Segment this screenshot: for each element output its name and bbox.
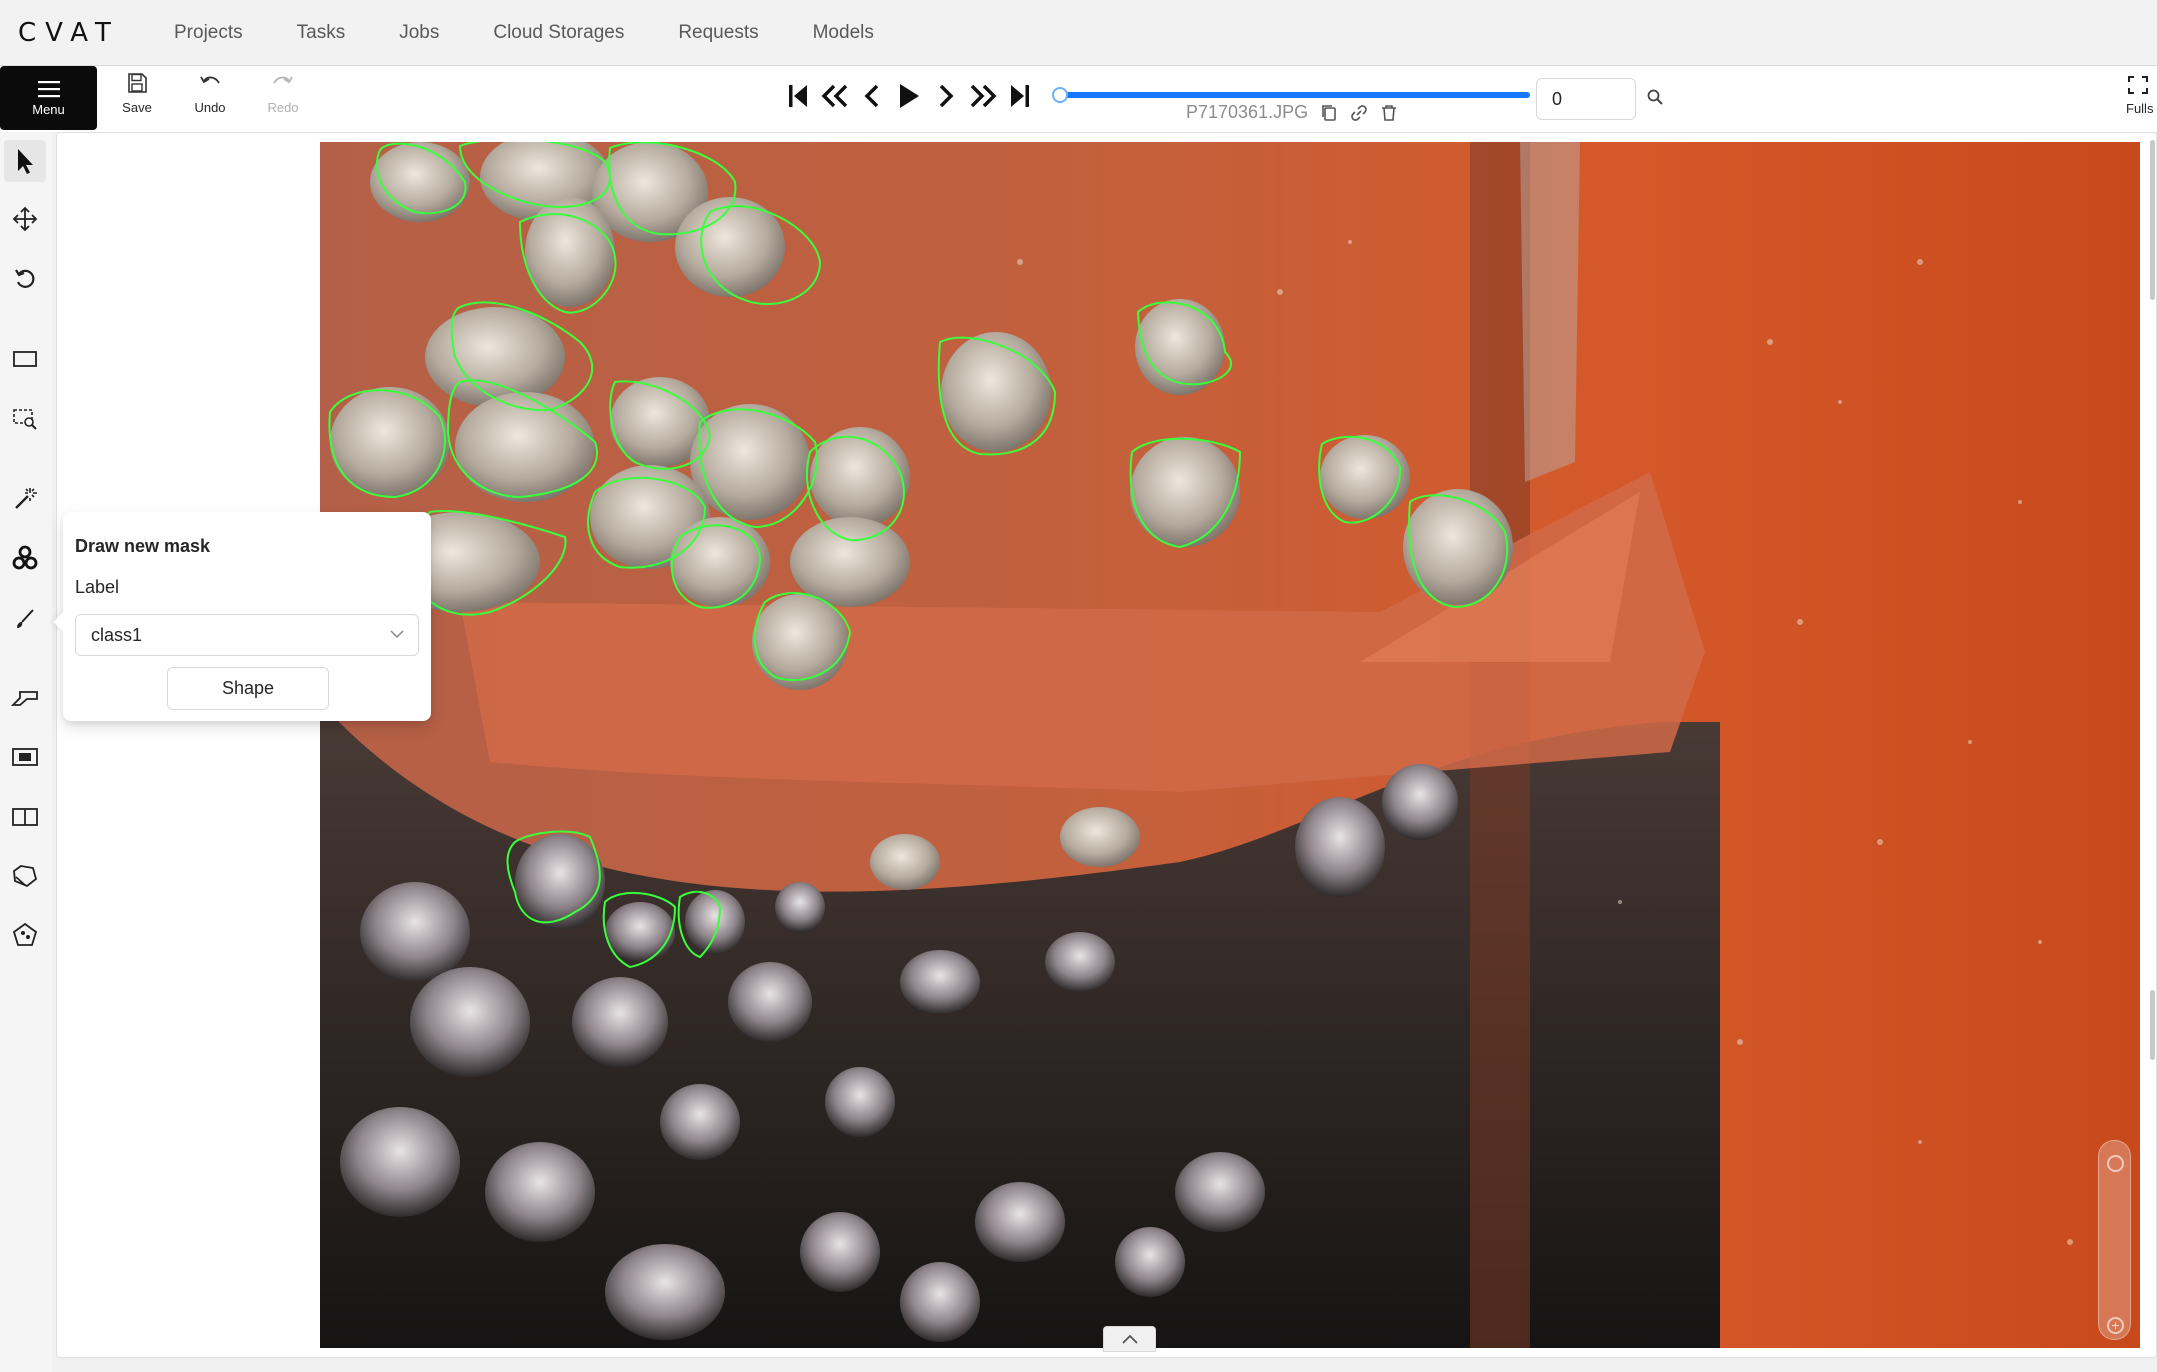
fit-image-tool[interactable] — [4, 338, 46, 380]
nav-jobs[interactable]: Jobs — [372, 22, 466, 44]
nav-cloud-storages[interactable]: Cloud Storages — [466, 22, 651, 44]
bounding-box-icon — [12, 748, 38, 766]
frame-actions — [1320, 104, 1398, 122]
forward-step-button[interactable] — [964, 76, 1001, 116]
nav-tasks[interactable]: Tasks — [270, 22, 373, 44]
top-header: CVAT Projects Tasks Jobs Cloud Storages … — [0, 0, 2157, 66]
rotate-tool[interactable] — [4, 258, 46, 300]
play-button[interactable] — [890, 76, 927, 116]
magic-wand-icon — [15, 488, 37, 509]
brush-icon — [17, 609, 34, 628]
double-chevron-left-icon — [821, 84, 847, 108]
nav-requests[interactable]: Requests — [651, 22, 785, 44]
zoom-handle[interactable] — [2107, 1155, 2124, 1172]
expand-panel-button[interactable] — [1103, 1326, 1156, 1352]
draw-skeleton-tool[interactable] — [4, 736, 46, 778]
undo-button[interactable]: Undo — [180, 72, 240, 128]
first-frame-icon — [788, 85, 807, 107]
cvat-logo[interactable]: CVAT — [18, 18, 140, 48]
frame-filename: P7170361.JPG — [1186, 102, 1309, 122]
zoom-region-icon — [13, 409, 37, 430]
copy-icon[interactable] — [1320, 104, 1338, 122]
chevron-up-icon — [1121, 1334, 1138, 1344]
next-frame-button[interactable] — [927, 76, 964, 116]
zoom-slider[interactable]: + — [2098, 1140, 2131, 1340]
ai-tools[interactable] — [4, 537, 46, 579]
play-icon — [899, 84, 919, 108]
redo-icon — [273, 76, 293, 84]
save-button[interactable]: Save — [107, 72, 167, 128]
fit-image-icon — [13, 351, 37, 367]
points-icon — [12, 922, 38, 946]
polygon-icon — [13, 865, 38, 888]
popover-title: Draw new mask — [75, 536, 211, 556]
cuboid-icon — [12, 808, 38, 826]
cursor-icon — [18, 149, 33, 174]
undo-icon — [200, 76, 220, 84]
fullscreen-label: Fulls — [2126, 101, 2154, 116]
cursor-tool[interactable] — [4, 140, 46, 182]
double-chevron-right-icon — [970, 84, 996, 108]
nav-projects[interactable]: Projects — [147, 22, 270, 44]
search-icon — [1647, 89, 1663, 105]
shape-button[interactable]: Shape — [167, 667, 329, 710]
menu-label: Menu — [32, 101, 65, 117]
fullscreen-button[interactable]: Fulls — [2126, 74, 2153, 116]
annotation-toolbar: Menu Save Undo Redo P7170361.JPG 0 Fulls — [0, 66, 2157, 132]
menu-button[interactable]: Menu — [0, 66, 97, 130]
draw-points-tool[interactable] — [4, 914, 46, 956]
last-frame-icon — [1010, 85, 1029, 107]
image-scene — [320, 142, 2140, 1348]
frame-image[interactable] — [320, 142, 2140, 1348]
slider-track — [1058, 92, 1530, 98]
frame-number-input[interactable]: 0 — [1536, 78, 1636, 120]
slider-handle[interactable] — [1052, 87, 1068, 103]
main-nav: Projects Tasks Jobs Cloud Storages Reque… — [147, 22, 901, 44]
chevron-left-icon — [864, 84, 878, 108]
draw-mask-popover: Draw new mask Label class1 Shape — [53, 512, 431, 721]
move-tool[interactable] — [4, 198, 46, 240]
chevron-down-icon — [390, 630, 404, 639]
first-frame-button[interactable] — [779, 76, 816, 116]
rectangle-icon — [11, 691, 38, 706]
move-icon — [12, 206, 38, 232]
chevron-right-icon — [939, 84, 953, 108]
magic-wand-tool[interactable] — [4, 478, 46, 520]
search-frame-button[interactable] — [1646, 88, 1664, 111]
vertical-scrollbar[interactable] — [2150, 140, 2155, 300]
delete-icon[interactable] — [1380, 104, 1398, 122]
zoom-in-icon[interactable]: + — [2107, 1317, 2124, 1334]
undo-label: Undo — [194, 100, 226, 115]
zoom-region-tool[interactable] — [4, 398, 46, 440]
label-select-value: class1 — [91, 625, 143, 645]
fullscreen-icon — [2128, 76, 2148, 94]
label-caption: Label — [75, 577, 120, 597]
save-icon — [128, 73, 147, 93]
draw-rectangle-tool[interactable] — [4, 677, 46, 719]
redo-label: Redo — [267, 100, 299, 115]
last-frame-button[interactable] — [1001, 76, 1038, 116]
redo-button[interactable]: Redo — [253, 72, 313, 128]
hamburger-icon — [37, 80, 60, 97]
player-controls — [779, 76, 1038, 116]
previous-frame-button[interactable] — [853, 76, 890, 116]
label-select[interactable]: class1 — [75, 614, 419, 656]
link-icon[interactable] — [1350, 104, 1368, 122]
save-label: Save — [122, 100, 152, 115]
draw-cuboid-tool[interactable] — [4, 796, 46, 838]
vertical-scrollbar-lower[interactable] — [2150, 990, 2155, 1060]
openvino-icon — [12, 545, 38, 570]
nav-models[interactable]: Models — [786, 22, 901, 44]
back-step-button[interactable] — [816, 76, 853, 116]
controls-sidebar — [0, 132, 52, 1372]
brush-tool[interactable] — [4, 598, 46, 640]
rotate-icon — [15, 269, 35, 288]
draw-polygon-tool[interactable] — [4, 855, 46, 897]
